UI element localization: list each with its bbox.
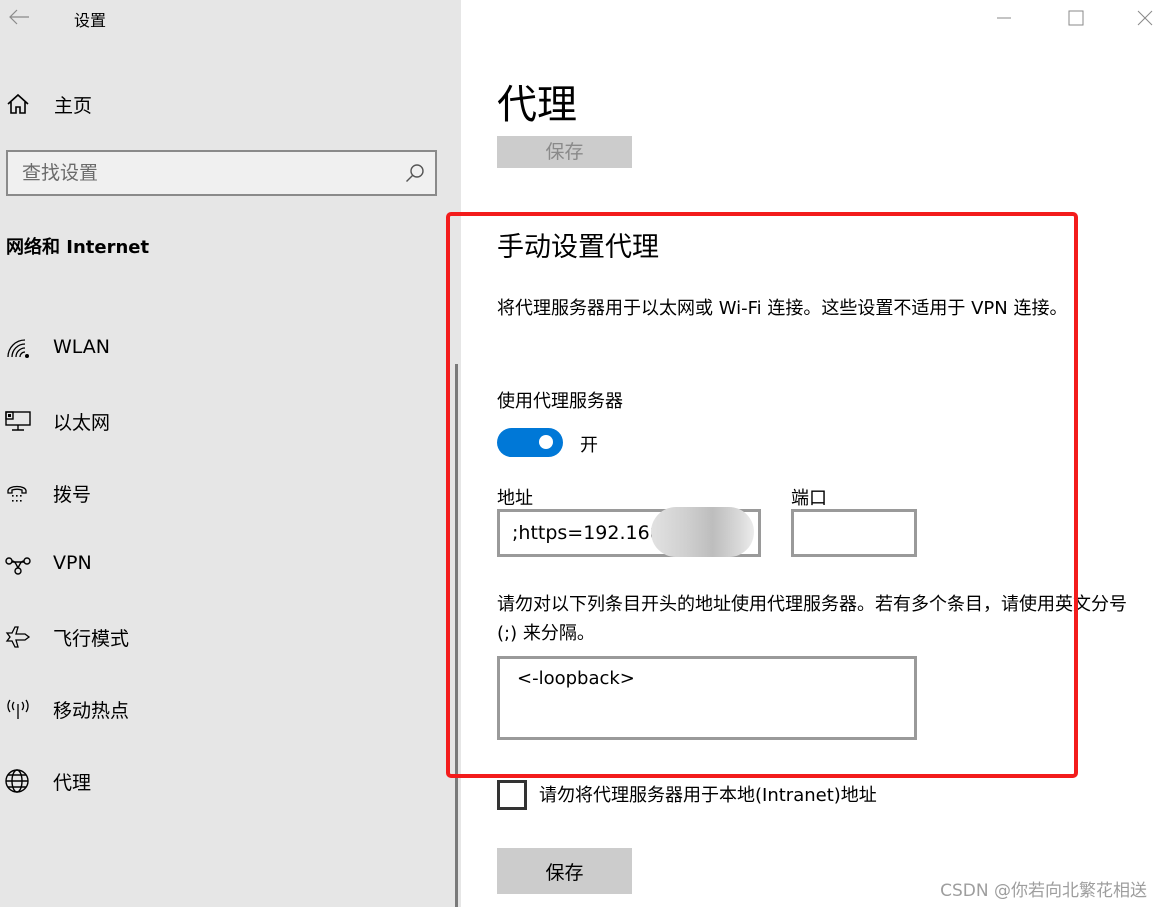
sidebar-item-wlan[interactable]: WLAN bbox=[0, 325, 440, 373]
maximize-button[interactable] bbox=[1053, 0, 1099, 36]
section-heading: 网络和 Internet bbox=[6, 237, 150, 258]
save-button-top[interactable]: 保存 bbox=[497, 136, 632, 168]
globe-icon bbox=[5, 769, 29, 793]
manual-proxy-heading: 手动设置代理 bbox=[497, 232, 659, 263]
arrow-left-icon bbox=[9, 9, 29, 25]
back-button[interactable] bbox=[4, 2, 34, 32]
vpn-icon bbox=[5, 557, 31, 575]
minimize-icon bbox=[997, 17, 1011, 19]
sidebar-item-proxy[interactable]: 代理 bbox=[0, 757, 440, 805]
sidebar-item-label: 移动热点 bbox=[53, 700, 130, 722]
main-content: 代理 保存 手动设置代理 将代理服务器用于以太网或 Wi-Fi 连接。这些设置不… bbox=[446, 0, 1161, 907]
sidebar: 设置 主页 网络和 Internet WLAN 以太网 拨号 VPN 飞行模式 … bbox=[0, 0, 461, 907]
exceptions-textarea[interactable]: <-loopback> bbox=[497, 656, 917, 740]
watermark: CSDN @你若向北繁花相送 bbox=[940, 881, 1147, 901]
sidebar-item-mobile-hotspot[interactable]: 移动热点 bbox=[0, 685, 440, 733]
sidebar-item-dialup[interactable]: 拨号 bbox=[0, 469, 440, 517]
sidebar-item-home[interactable]: 主页 bbox=[0, 84, 460, 124]
port-label: 端口 bbox=[791, 488, 827, 509]
sidebar-item-airplane-mode[interactable]: 飞行模式 bbox=[0, 613, 440, 661]
use-proxy-label: 使用代理服务器 bbox=[497, 391, 623, 412]
manual-proxy-description: 将代理服务器用于以太网或 Wi-Fi 连接。这些设置不适用于 VPN 连接。 bbox=[497, 298, 1068, 319]
app-title: 设置 bbox=[74, 11, 107, 30]
hotspot-icon bbox=[7, 699, 29, 719]
exceptions-description: 请勿对以下列条目开头的地址使用代理服务器。若有多个条目，请使用英文分号 (;) … bbox=[497, 594, 1127, 644]
port-input[interactable] bbox=[791, 509, 917, 557]
sidebar-scrollbar[interactable] bbox=[455, 364, 458, 907]
save-button[interactable]: 保存 bbox=[497, 848, 632, 894]
home-icon bbox=[7, 93, 29, 114]
sidebar-item-label: 以太网 bbox=[53, 412, 111, 434]
local-bypass-label[interactable]: 请勿将代理服务器用于本地(Intranet)地址 bbox=[539, 781, 877, 807]
page-title: 代理 bbox=[497, 82, 577, 128]
sidebar-item-label: VPN bbox=[53, 552, 92, 574]
address-label: 地址 bbox=[497, 488, 533, 509]
minimize-button[interactable] bbox=[981, 0, 1027, 36]
close-button[interactable] bbox=[1122, 0, 1161, 36]
toggle-knob bbox=[539, 435, 553, 449]
ethernet-icon bbox=[5, 411, 31, 431]
sidebar-item-label: WLAN bbox=[53, 336, 111, 358]
wifi-icon bbox=[7, 339, 29, 358]
sidebar-item-label: 代理 bbox=[53, 772, 92, 794]
sidebar-item-label: 拨号 bbox=[53, 484, 92, 506]
airplane-icon bbox=[5, 626, 31, 648]
dialup-icon bbox=[7, 485, 27, 502]
use-proxy-toggle[interactable] bbox=[497, 428, 563, 457]
sidebar-item-label: 主页 bbox=[54, 95, 93, 117]
maximize-icon bbox=[1068, 10, 1084, 26]
redaction-blur bbox=[651, 507, 754, 557]
search-icon[interactable] bbox=[405, 163, 425, 183]
sidebar-item-ethernet[interactable]: 以太网 bbox=[0, 397, 440, 445]
close-icon bbox=[1137, 10, 1153, 26]
sidebar-item-label: 飞行模式 bbox=[53, 628, 130, 650]
sidebar-item-vpn[interactable]: VPN bbox=[0, 541, 440, 589]
search-input[interactable] bbox=[22, 160, 392, 186]
search-box[interactable] bbox=[6, 150, 437, 196]
toggle-state-label: 开 bbox=[580, 435, 598, 456]
local-bypass-checkbox[interactable] bbox=[497, 780, 527, 810]
